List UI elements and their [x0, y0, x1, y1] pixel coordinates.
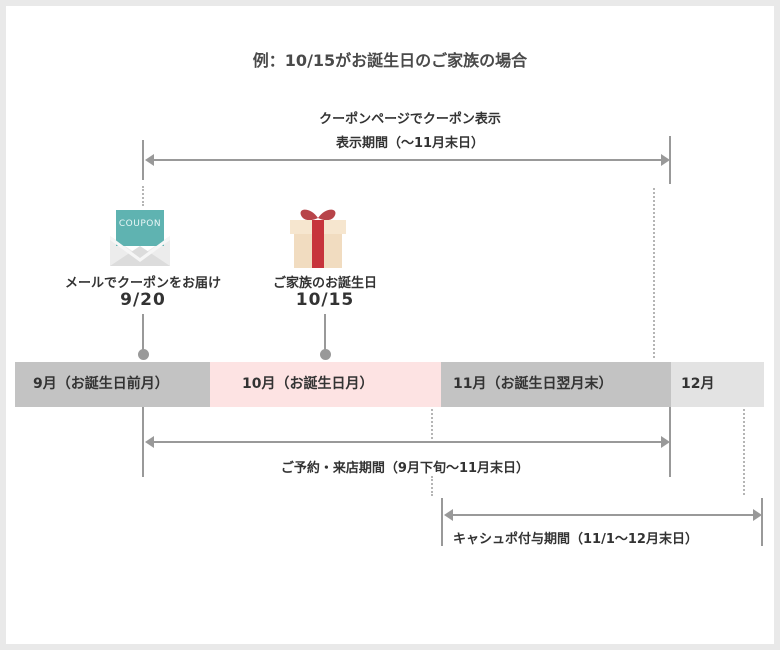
dec-end-dotted-line [743, 409, 745, 495]
email-event-marker-dot [138, 349, 149, 360]
reservation-period-label: ご予約・来店期間（9月下旬〜11月末日） [280, 461, 530, 476]
cashback-period-start-line [441, 498, 443, 546]
timeline-label-sep: 9月（お誕生日前月） [33, 376, 169, 392]
timeline-label-nov: 11月（お誕生日翌月末） [453, 376, 613, 392]
coupon-envelope-icon: COUPON [110, 210, 170, 266]
coupon-period-arrow [150, 159, 662, 161]
birthday-event-date: 10/15 [295, 290, 355, 310]
oct-end-dotted-line [431, 409, 433, 439]
coupon-display-line1: クーポンページでクーポン表示 [319, 112, 501, 127]
arrow-left-icon [145, 154, 154, 166]
timeline-segment-dec: 12月 [671, 362, 764, 407]
email-event-label: メールでクーポンをお届け [64, 276, 221, 291]
timeline-segment-sep: 9月（お誕生日前月） [15, 362, 210, 407]
diagram-title: 例：10/15がお誕生日のご家族の場合 [252, 51, 528, 70]
birthday-event-marker-dot [320, 349, 331, 360]
nov-start-dotted-line [431, 476, 433, 496]
coupon-icon-text: COUPON [119, 219, 161, 229]
cashback-period-end-line [761, 498, 763, 546]
timeline-segment-oct: 10月（お誕生日月） [210, 362, 441, 407]
coupon-period-start-line [142, 140, 144, 180]
reservation-period-start-line [142, 407, 144, 477]
arrow-right-icon [661, 154, 670, 166]
timeline-label-oct: 10月（お誕生日月） [242, 376, 374, 392]
arrow-left-icon [145, 436, 154, 448]
birthday-event-marker-line [324, 314, 326, 354]
birthday-event-label: ご家族のお誕生日 [272, 276, 377, 291]
reservation-period-arrow [150, 441, 662, 443]
diagram-frame [6, 6, 774, 644]
cashback-period-label: キャシュポ付与期間（11/1〜12月末日） [453, 532, 698, 547]
timeline-segment-nov: 11月（お誕生日翌月末） [441, 362, 671, 407]
timeline-label-dec: 12月 [681, 376, 715, 392]
coupon-end-dotted-line [653, 188, 655, 358]
gift-box-icon [290, 209, 346, 268]
coupon-display-line2: 表示期間（〜11月末日） [335, 136, 485, 151]
arrow-right-icon [661, 436, 670, 448]
email-event-marker-line [142, 314, 144, 354]
arrow-left-icon [444, 509, 453, 521]
email-event-date: 9/20 [120, 290, 166, 310]
arrow-right-icon [753, 509, 762, 521]
cashback-period-arrow [449, 514, 754, 516]
coupon-start-dotted-line [142, 186, 144, 206]
